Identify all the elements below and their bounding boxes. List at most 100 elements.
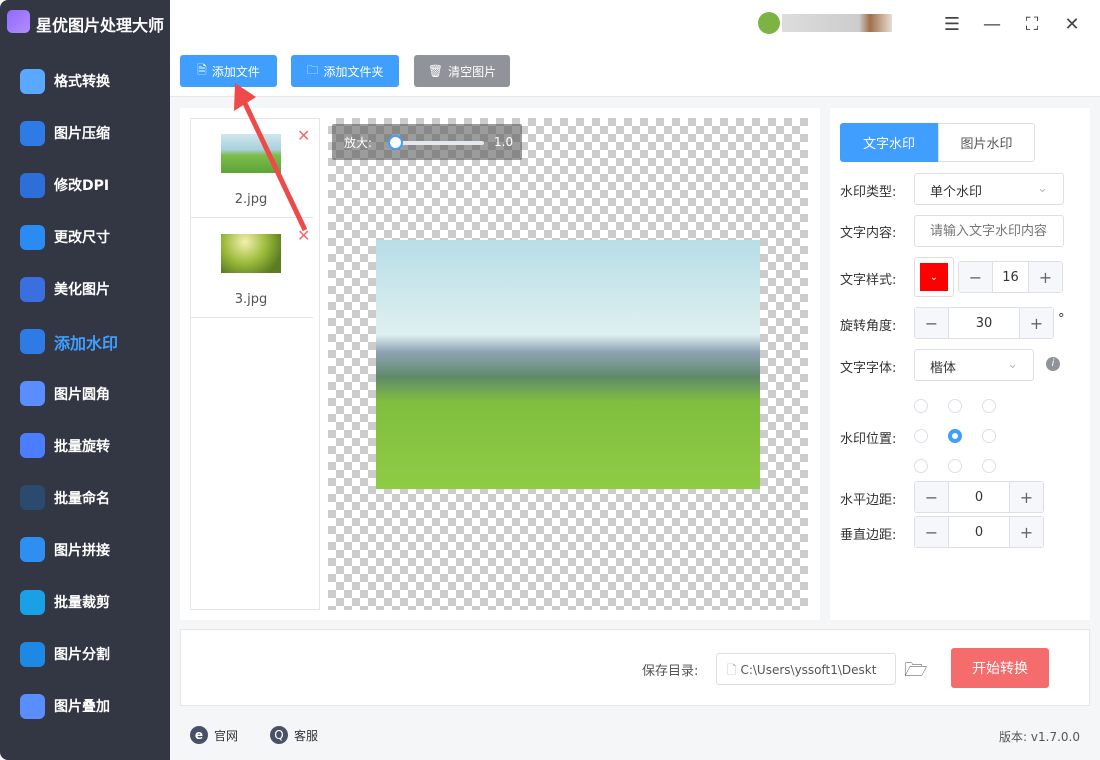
split-icon: [20, 641, 45, 667]
sidebar-item[interactable]: 图片圆角: [0, 374, 170, 414]
open-folder-icon[interactable]: 🗁: [904, 656, 928, 688]
start-label: 开始转换: [972, 661, 1028, 677]
sidebar-item[interactable]: 修改DPI: [0, 165, 170, 205]
sidebar-item[interactable]: 图片压缩: [0, 113, 170, 153]
website-link[interactable]: e 官网: [190, 726, 238, 744]
zoom-bar: 放大: 1.0: [332, 124, 522, 160]
sidebar-item-label: 图片压缩: [54, 126, 110, 143]
resize-icon: [20, 224, 45, 250]
style-label: 文字样式:: [840, 273, 897, 288]
position-radio[interactable]: [914, 459, 928, 473]
increase-button[interactable]: +: [1020, 308, 1053, 338]
start-convert-button[interactable]: 开始转换: [951, 648, 1049, 688]
zoom-slider-track[interactable]: [394, 141, 484, 145]
font-size-stepper[interactable]: −16 +: [958, 261, 1063, 293]
sidebar-item[interactable]: 图片拼接: [0, 530, 170, 570]
sidebar-item[interactable]: 美化图片: [0, 269, 170, 309]
file-icon: 🗋: [727, 663, 741, 677]
sidebar-item[interactable]: 批量旋转: [0, 426, 170, 466]
content-label: 文字内容:: [840, 226, 897, 241]
font-select[interactable]: 楷体 ⌄: [914, 349, 1034, 381]
vertical-margin-stepper[interactable]: −0 +: [914, 516, 1044, 548]
sidebar-item[interactable]: 图片叠加: [0, 686, 170, 726]
color-swatch: ⌄: [920, 263, 948, 291]
hmargin-label: 水平边距:: [840, 493, 897, 508]
compress-icon: [20, 120, 45, 146]
file-name: 3.jpg: [234, 292, 268, 307]
minimize-icon[interactable]: —: [980, 12, 1004, 36]
color-picker[interactable]: ⌄: [914, 257, 954, 297]
sidebar-item-label: 更改尺寸: [54, 230, 110, 247]
app-logo-icon: [7, 10, 30, 33]
type-label: 水印类型:: [840, 185, 897, 200]
position-radio[interactable]: [948, 459, 962, 473]
sidebar: 星优图片处理大师 格式转换图片压缩修改DPI 更改尺寸美化图片添加水印图片圆角批量…: [0, 0, 170, 760]
watermark-icon: [20, 329, 45, 354]
increase-button[interactable]: +: [1010, 517, 1043, 547]
trash-icon: 🗑: [427, 64, 444, 78]
decrease-button[interactable]: −: [959, 262, 992, 292]
hmargin-value[interactable]: 0: [948, 482, 1010, 512]
crop-icon: [20, 589, 45, 615]
position-radio[interactable]: [914, 429, 928, 443]
app-title: 星优图片处理大师: [36, 16, 165, 35]
vmargin-value[interactable]: 0: [948, 517, 1010, 547]
sidebar-item-label: 图片圆角: [54, 386, 110, 403]
rotate-stepper[interactable]: −30 +: [914, 307, 1054, 339]
annotation-arrow: [234, 83, 308, 232]
sidebar-item[interactable]: 批量命名: [0, 478, 170, 518]
rotate-icon: [20, 433, 45, 459]
preview-image: [376, 240, 760, 489]
sidebar-item[interactable]: 添加水印: [0, 322, 170, 362]
sidebar-item[interactable]: 图片分割: [0, 634, 170, 674]
close-icon[interactable]: ✕: [1060, 12, 1084, 36]
info-icon[interactable]: i: [1046, 357, 1060, 371]
increase-button[interactable]: +: [1010, 482, 1043, 512]
zoom-slider-handle[interactable]: [388, 135, 403, 150]
user-avatar[interactable]: [758, 12, 780, 34]
zoom-label: 放大:: [344, 136, 373, 150]
sidebar-item-label: 图片分割: [54, 647, 110, 664]
increase-button[interactable]: +: [1029, 262, 1062, 292]
zoom-value: 1.0: [494, 135, 514, 149]
dpi-icon: [20, 172, 45, 198]
position-radio[interactable]: [982, 399, 996, 413]
tab-image-watermark[interactable]: 图片水印: [938, 123, 1035, 162]
tab-text-watermark[interactable]: 文字水印: [840, 123, 938, 162]
file-icon: 🗎: [197, 62, 207, 77]
watermark-type-select[interactable]: 单个水印 ⌄: [914, 173, 1064, 205]
horizontal-margin-stepper[interactable]: −0 +: [914, 481, 1044, 513]
round-corner-icon: [20, 381, 45, 407]
position-radio[interactable]: [982, 459, 996, 473]
sidebar-item[interactable]: 更改尺寸: [0, 217, 170, 257]
chat-icon: Q: [270, 726, 288, 744]
clear-images-button[interactable]: 🗑 清空图片: [414, 55, 510, 87]
sidebar-item-label: 图片叠加: [54, 699, 110, 716]
rename-icon: [20, 485, 45, 511]
decrease-button[interactable]: −: [915, 308, 948, 338]
position-label: 水印位置:: [840, 432, 897, 447]
rotate-label: 旋转角度:: [840, 319, 897, 334]
rotate-value[interactable]: 30: [948, 308, 1020, 338]
sidebar-item-label: 修改DPI: [54, 178, 110, 195]
sidebar-item[interactable]: 格式转换: [0, 61, 170, 101]
watermark-text-input[interactable]: [914, 215, 1064, 247]
position-radio[interactable]: [914, 399, 928, 413]
position-radio[interactable]: [948, 429, 962, 443]
decrease-button[interactable]: −: [915, 482, 948, 512]
position-radio[interactable]: [948, 399, 962, 413]
support-label: 客服: [294, 728, 319, 743]
sidebar-item-label: 格式转换: [54, 74, 110, 90]
ie-icon: e: [190, 726, 208, 744]
sidebar-item[interactable]: 批量裁剪: [0, 582, 170, 622]
vmargin-label: 垂直边距:: [840, 528, 897, 543]
add-folder-label: 添加文件夹: [323, 64, 384, 79]
save-path-input[interactable]: 🗋 C:\Users\yssoft1\Deskt: [716, 653, 896, 685]
settings-sliders-icon[interactable]: ☰: [940, 12, 964, 36]
font-size-value[interactable]: 16: [992, 262, 1029, 292]
maximize-icon[interactable]: ⛶: [1020, 12, 1044, 36]
decrease-button[interactable]: −: [915, 517, 948, 547]
support-link[interactable]: Q 客服: [270, 726, 318, 744]
position-radio[interactable]: [982, 429, 996, 443]
sidebar-item-label: 批量裁剪: [54, 595, 110, 611]
